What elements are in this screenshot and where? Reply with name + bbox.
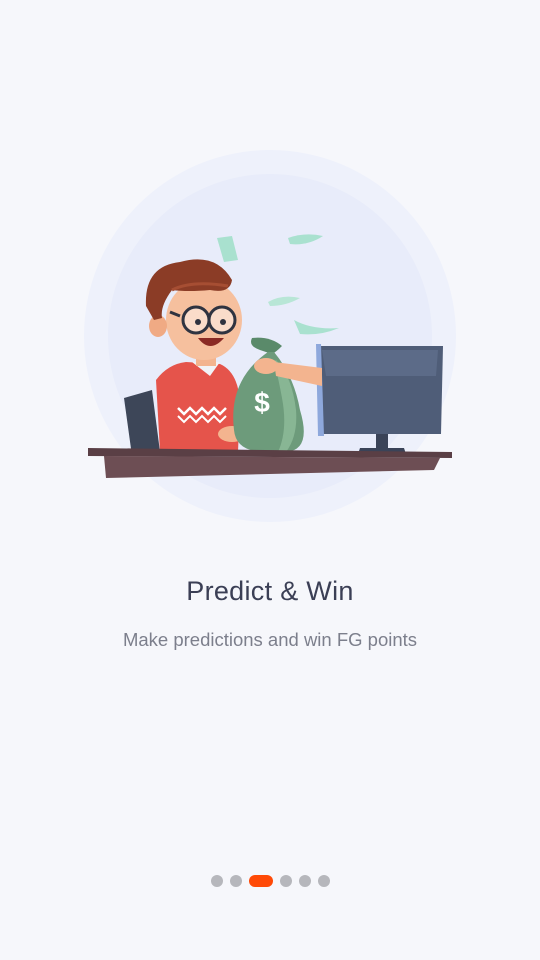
page-dot-2[interactable] xyxy=(229,875,242,887)
svg-text:$: $ xyxy=(254,387,270,418)
page-title: Predict & Win xyxy=(186,576,354,606)
page-dot-4[interactable] xyxy=(279,875,292,887)
page-dot-5[interactable] xyxy=(298,875,311,887)
page-subtitle: Make predictions and win FG points xyxy=(122,629,418,650)
onboarding-illustration: $ xyxy=(60,140,480,540)
page-indicator xyxy=(0,874,540,888)
page-dot-1[interactable] xyxy=(210,875,223,887)
page-dot-6[interactable] xyxy=(317,875,330,887)
page-dot-3-active[interactable] xyxy=(248,875,273,887)
